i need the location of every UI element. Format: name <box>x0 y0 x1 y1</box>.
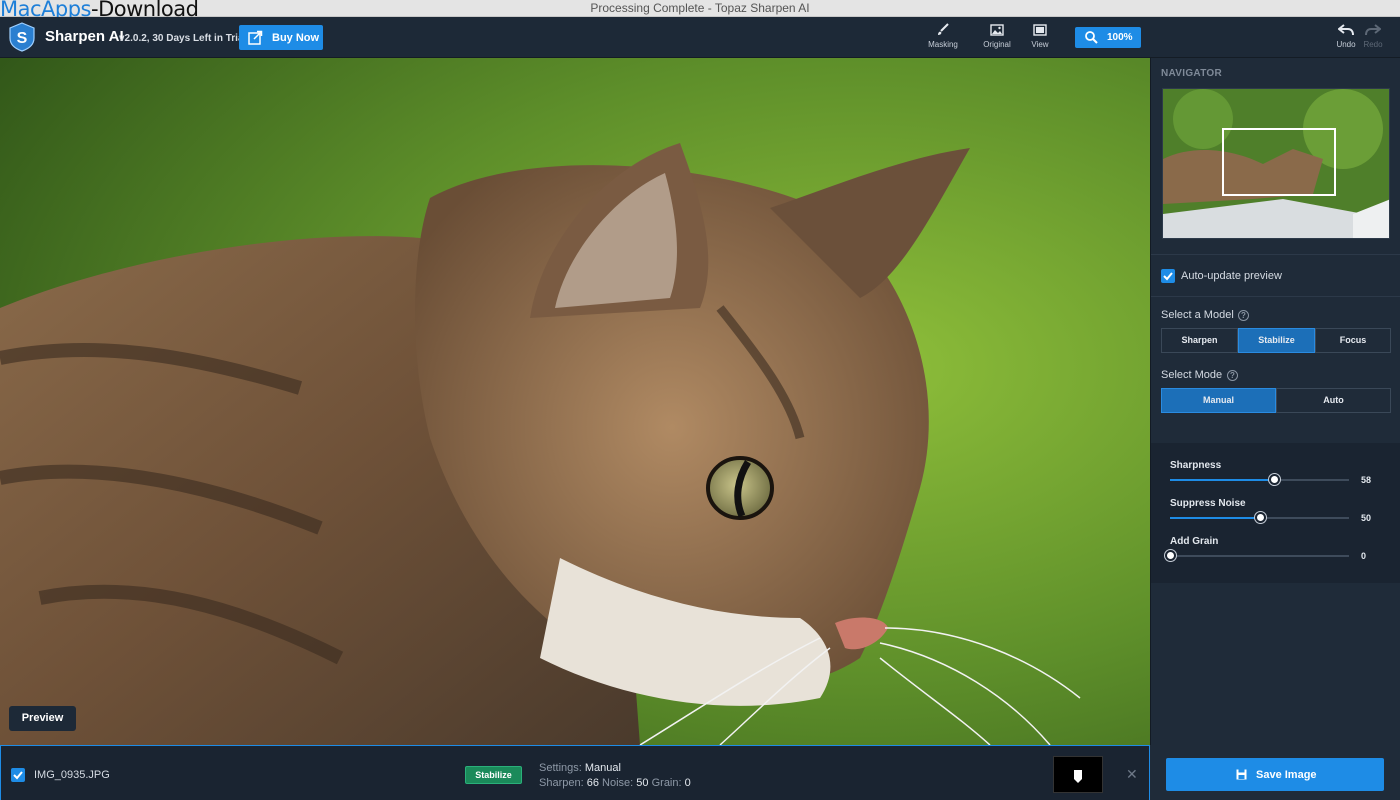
file-select-checkbox[interactable] <box>11 768 25 782</box>
suppress-noise-label: Suppress Noise <box>1170 498 1246 509</box>
suppress-noise-slider-thumb[interactable] <box>1254 512 1266 523</box>
sharpness-slider-thumb[interactable] <box>1268 474 1280 485</box>
app-name: Sharpen AI <box>45 28 124 45</box>
file-strip: IMG_0935.JPG Stabilize Settings: Manual … <box>0 745 1150 800</box>
buy-now-label: Buy Now <box>272 32 320 44</box>
external-link-icon <box>248 30 263 45</box>
add-grain-slider[interactable] <box>1165 550 1349 561</box>
right-sidebar: NAVIGATOR Auto-update preview Select a M… <box>1150 58 1400 745</box>
model-section-label: Select a Model <box>1161 309 1234 321</box>
mode-option-auto[interactable]: Auto <box>1276 388 1391 413</box>
check-icon <box>13 771 23 780</box>
model-help-icon[interactable]: ? <box>1238 310 1249 321</box>
file-settings-summary: Settings: Manual Sharpen: 66 Noise: 50 G… <box>539 761 691 791</box>
zoom-icon <box>1085 31 1098 44</box>
noise-label: Noise: <box>602 777 634 789</box>
add-grain-value: 0 <box>1361 551 1367 561</box>
view-button[interactable]: View <box>1015 23 1065 55</box>
sharpness-label: Sharpness <box>1170 460 1222 471</box>
model-option-stabilize[interactable]: Stabilize <box>1238 328 1315 353</box>
suppress-noise-slider-fill <box>1170 517 1260 519</box>
svg-text:S: S <box>17 30 28 47</box>
sharpness-slider-fill <box>1170 479 1274 481</box>
app-version: v2.0.2, 30 Days Left in Trial <box>119 33 247 44</box>
model-badge: Stabilize <box>465 766 522 784</box>
add-grain-slider-thumb[interactable] <box>1165 550 1176 561</box>
auto-update-checkbox[interactable] <box>1161 269 1175 283</box>
masking-button[interactable]: Masking <box>918 23 968 55</box>
mode-help-icon[interactable]: ? <box>1227 370 1238 381</box>
buy-now-button[interactable]: Buy Now <box>239 25 323 50</box>
settings-label: Settings: <box>539 762 582 774</box>
navigator-title: NAVIGATOR <box>1161 68 1223 79</box>
masking-label: Masking <box>928 40 958 49</box>
brush-icon <box>938 23 949 35</box>
model-option-sharpen[interactable]: Sharpen <box>1161 328 1238 353</box>
save-area: Save Image <box>1150 745 1400 800</box>
auto-update-label: Auto-update preview <box>1181 270 1282 282</box>
view-icon <box>1033 24 1047 36</box>
noise-value: 50 <box>636 777 649 789</box>
sharpness-value: 58 <box>1361 475 1372 485</box>
file-name: IMG_0935.JPG <box>34 769 110 781</box>
redo-icon <box>1365 24 1381 36</box>
preview-toggle[interactable]: Preview <box>9 706 76 731</box>
suppress-noise-value: 50 <box>1361 513 1372 523</box>
add-grain-label: Add Grain <box>1170 536 1219 547</box>
sharpness-slider[interactable] <box>1170 474 1349 485</box>
settings-line: Settings: Manual <box>539 761 691 776</box>
slider-panel: Sharpness 58 Suppress Noise 50 Add Grain… <box>1151 443 1400 583</box>
save-icon <box>1236 769 1247 780</box>
original-label: Original <box>983 40 1011 49</box>
divider <box>1151 254 1400 255</box>
window-titlebar: MacApps-Download Processing Complete - T… <box>0 0 1400 21</box>
cat-photo <box>0 58 1150 745</box>
app-logo-icon: S <box>9 22 35 52</box>
redo-button[interactable]: Redo <box>1348 23 1398 55</box>
mask-thumbnail[interactable] <box>1053 756 1103 793</box>
sharpen-label: Sharpen: <box>539 777 584 789</box>
sharpen-value: 66 <box>586 777 599 789</box>
grain-value: 0 <box>684 777 691 789</box>
image-canvas[interactable] <box>0 58 1150 745</box>
grain-label: Grain: <box>651 777 682 789</box>
navigator-preview-image <box>1163 89 1389 238</box>
remove-file-icon[interactable]: ✕ <box>1126 766 1138 783</box>
window-title: Processing Complete - Topaz Sharpen AI <box>590 1 810 15</box>
view-label: View <box>1031 40 1049 49</box>
settings-value: Manual <box>584 762 621 774</box>
navigator-thumbnail[interactable] <box>1162 88 1390 239</box>
mode-option-manual[interactable]: Manual <box>1161 388 1276 413</box>
redo-label: Redo <box>1363 40 1383 49</box>
check-icon <box>1163 272 1173 281</box>
top-toolbar: S Sharpen AI v2.0.2, 30 Days Left in Tri… <box>0 17 1400 58</box>
values-line: Sharpen: 66 Noise: 50 Grain: 0 <box>539 776 691 791</box>
image-icon <box>990 24 1004 36</box>
save-image-label: Save Image <box>1256 769 1317 781</box>
divider <box>1151 296 1400 297</box>
zoom-level: 100% <box>1107 32 1133 43</box>
mode-section-label: Select Mode <box>1161 369 1223 381</box>
mask-shape-icon <box>1074 770 1082 783</box>
suppress-noise-slider[interactable] <box>1170 512 1349 523</box>
save-image-button[interactable]: Save Image <box>1166 758 1384 791</box>
zoom-button[interactable]: 100% <box>1075 27 1141 48</box>
model-option-focus[interactable]: Focus <box>1315 328 1391 353</box>
history-controls: Undo Redo <box>1330 17 1400 58</box>
